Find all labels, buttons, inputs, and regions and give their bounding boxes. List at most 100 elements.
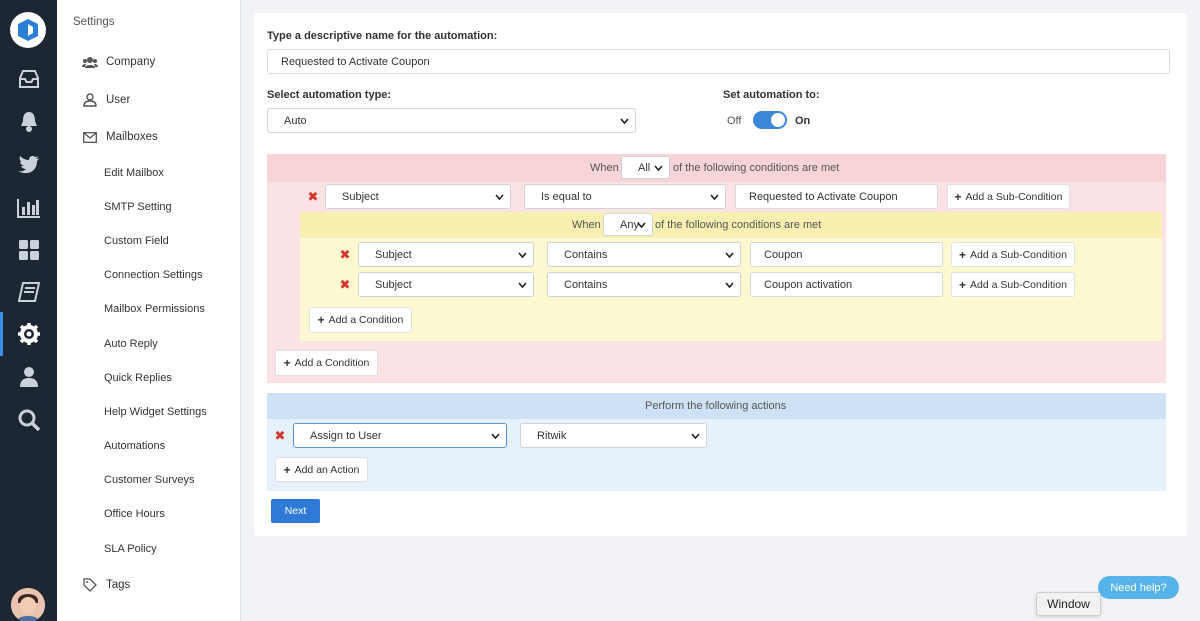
nav-item-mailboxes[interactable]: Mailboxes xyxy=(57,128,158,146)
automation-form: Type a descriptive name for the automati… xyxy=(254,13,1187,536)
chevron-down-icon xyxy=(495,193,504,200)
condition-operator-select[interactable]: Is equal to xyxy=(524,184,726,209)
next-button[interactable]: Next xyxy=(271,499,320,523)
nav-sub-smtp-setting[interactable]: SMTP Setting xyxy=(104,199,172,215)
add-sub-condition-button[interactable]: + Add a Sub-Condition xyxy=(951,242,1075,267)
select-value: Subject xyxy=(342,190,379,203)
search-icon[interactable] xyxy=(0,406,57,434)
user-icon xyxy=(79,93,101,107)
toggle-off-label: Off xyxy=(727,115,742,127)
match-type-select[interactable]: All xyxy=(621,156,670,179)
bell-icon[interactable] xyxy=(0,108,57,136)
chevron-down-icon xyxy=(491,432,500,439)
condition-field-select[interactable]: Subject xyxy=(325,184,511,209)
chevron-down-icon xyxy=(725,281,734,288)
name-label: Type a descriptive name for the automati… xyxy=(267,30,498,42)
nav-item-company[interactable]: Company xyxy=(57,53,155,71)
nav-sub-edit-mailbox[interactable]: Edit Mailbox xyxy=(104,165,164,181)
add-condition-button[interactable]: + Add a Condition xyxy=(275,350,378,376)
automation-type-select[interactable]: Auto xyxy=(267,108,636,133)
app-logo[interactable] xyxy=(10,12,46,48)
button-label: Add a Sub-Condition xyxy=(965,190,1063,203)
settings-nav: Settings Company User Mailboxes Edit Mai… xyxy=(57,0,241,621)
sub-conditions-suffix: of the following conditions are met xyxy=(655,219,822,231)
toggle-knob xyxy=(771,113,785,127)
select-value: Is equal to xyxy=(541,190,592,203)
button-label: Add a Sub-Condition xyxy=(970,248,1067,261)
twitter-icon[interactable] xyxy=(0,151,57,179)
envelope-icon xyxy=(79,131,101,143)
status-toggle[interactable] xyxy=(753,111,787,129)
select-value: Assign to User xyxy=(310,429,382,442)
select-value: Subject xyxy=(375,248,412,261)
tag-icon xyxy=(79,578,101,592)
nav-item-label: Mailboxes xyxy=(106,131,158,143)
plus-icon: + xyxy=(317,313,325,327)
sub-condition-header: When Any of the following conditions are… xyxy=(300,212,1162,238)
toggle-on-label: On xyxy=(795,115,811,127)
chevron-down-icon xyxy=(620,117,629,124)
nav-sub-quick-replies[interactable]: Quick Replies xyxy=(104,370,172,386)
nav-item-tags[interactable]: Tags xyxy=(57,576,130,594)
person-icon[interactable] xyxy=(0,363,57,391)
settings-title: Settings xyxy=(73,16,115,28)
nav-item-user[interactable]: User xyxy=(57,91,130,109)
sub-condition-operator-select[interactable]: Contains xyxy=(547,242,741,267)
sub-condition-operator-select[interactable]: Contains xyxy=(547,272,741,297)
when-text: When xyxy=(572,219,601,231)
actions-header-text: Perform the following actions xyxy=(645,400,787,412)
nav-sub-sla-policy[interactable]: SLA Policy xyxy=(104,541,157,557)
button-label: Add a Sub-Condition xyxy=(970,278,1067,291)
button-label: Add a Condition xyxy=(328,314,404,326)
sub-condition-field-select[interactable]: Subject xyxy=(358,242,534,267)
select-value: Ritwik xyxy=(537,429,567,442)
remove-sub-condition-icon[interactable]: ✖ xyxy=(338,277,352,292)
sub-condition-value-input[interactable]: Coupon activation xyxy=(750,272,943,297)
when-text: When xyxy=(590,162,619,174)
nav-sub-auto-reply[interactable]: Auto Reply xyxy=(104,336,158,352)
select-value: Auto xyxy=(284,114,307,127)
plus-icon: + xyxy=(283,462,291,477)
avatar[interactable] xyxy=(11,588,45,621)
nav-item-label: User xyxy=(106,94,131,106)
action-user-select[interactable]: Ritwik xyxy=(520,423,707,448)
button-label: Add a Condition xyxy=(294,357,370,369)
add-sub-condition-button[interactable]: + Add a Sub-Condition xyxy=(951,272,1075,297)
select-value: Contains xyxy=(564,278,608,291)
condition-value-input[interactable]: Requested to Activate Coupon xyxy=(735,184,938,209)
plus-icon: + xyxy=(959,277,967,292)
button-label: Add an Action xyxy=(294,463,360,476)
conditions-header: When All of the following conditions are… xyxy=(267,154,1166,182)
sub-match-type-select[interactable]: Any xyxy=(603,213,653,236)
gear-icon[interactable] xyxy=(0,312,57,356)
nav-sub-connection-settings[interactable]: Connection Settings xyxy=(104,267,202,283)
nav-sub-help-widget-settings[interactable]: Help Widget Settings xyxy=(104,404,207,420)
sub-condition-field-select[interactable]: Subject xyxy=(358,272,534,297)
chevron-down-icon xyxy=(691,432,700,439)
automation-name-input[interactable]: Requested to Activate Coupon xyxy=(267,49,1170,74)
remove-condition-icon[interactable]: ✖ xyxy=(306,189,320,204)
logo-icon xyxy=(18,19,38,41)
remove-action-icon[interactable]: ✖ xyxy=(273,428,287,443)
conditions-group: When All of the following conditions are… xyxy=(267,154,1166,383)
action-type-select[interactable]: Assign to User xyxy=(293,423,507,448)
remove-sub-condition-icon[interactable]: ✖ xyxy=(338,247,352,262)
conditions-suffix: of the following conditions are met xyxy=(673,162,840,174)
chevron-down-icon xyxy=(637,221,646,228)
nav-sub-office-hours[interactable]: Office Hours xyxy=(104,506,165,522)
nav-sub-automations[interactable]: Automations xyxy=(104,438,165,454)
inbox-icon[interactable] xyxy=(0,65,57,93)
nav-sub-customer-surveys[interactable]: Customer Surveys xyxy=(104,472,194,488)
add-condition-button[interactable]: + Add a Condition xyxy=(309,307,412,333)
actions-header: Perform the following actions xyxy=(267,393,1166,419)
need-help-button[interactable]: Need help? xyxy=(1098,576,1179,599)
nav-sub-custom-field[interactable]: Custom Field xyxy=(104,233,169,249)
bar-chart-icon[interactable] xyxy=(0,194,57,222)
book-icon[interactable] xyxy=(0,279,57,307)
grid-icon[interactable] xyxy=(0,236,57,264)
add-sub-condition-button[interactable]: + Add a Sub-Condition xyxy=(947,184,1070,209)
sub-condition-value-input[interactable]: Coupon xyxy=(750,242,943,267)
add-action-button[interactable]: + Add an Action xyxy=(275,457,368,482)
nav-sub-mailbox-permissions[interactable]: Mailbox Permissions xyxy=(104,301,205,317)
set-automation-label: Set automation to: xyxy=(723,89,820,101)
